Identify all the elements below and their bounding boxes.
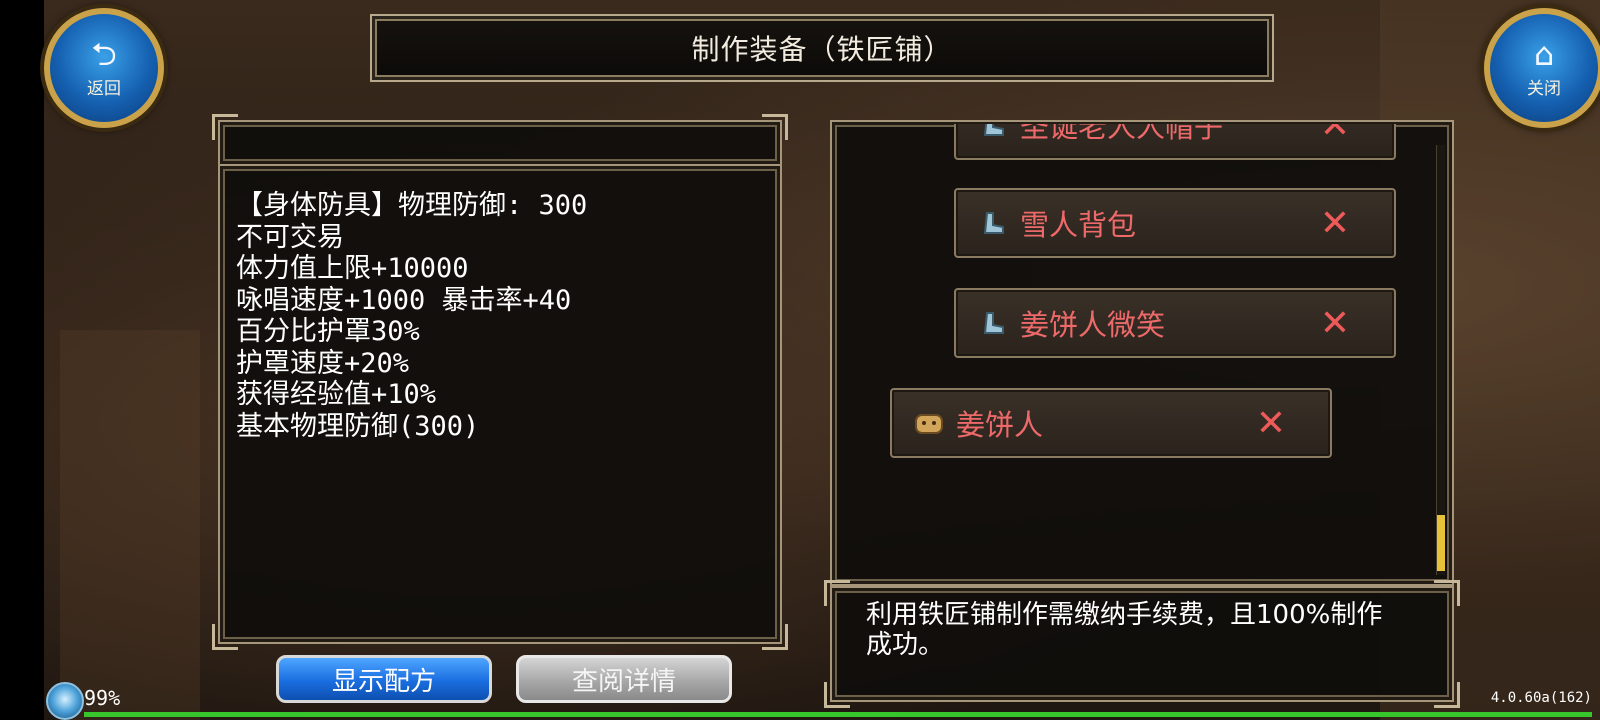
close-button-label: 关闭 <box>1527 78 1561 99</box>
screen-edge <box>0 0 44 720</box>
recipe-item[interactable]: 姜饼人 ✕ <box>890 388 1332 458</box>
remove-icon[interactable]: ✕ <box>1256 403 1286 444</box>
recipe-name: 圣诞老人人帽子 <box>1020 124 1224 144</box>
stat-line: 不可交易 <box>236 221 344 253</box>
back-button-label: 返回 <box>87 78 121 99</box>
background-beam <box>60 330 200 720</box>
battery-percent: 99% <box>84 686 121 710</box>
stat-line: 百分比护罩30% <box>236 316 420 347</box>
stat-line: 获得经验值+10% <box>236 379 437 410</box>
remove-icon[interactable]: ✕ <box>1320 203 1350 244</box>
battery-icon <box>46 682 84 720</box>
back-arrow-icon: ⮌ <box>91 34 117 73</box>
recipe-item[interactable]: 圣诞老人人帽子 ✕ <box>954 124 1396 160</box>
home-icon: ⌂ <box>1533 34 1555 73</box>
title-bar: 制作装备（铁匠铺） <box>370 14 1274 82</box>
recipe-item[interactable]: 雪人背包 ✕ <box>954 188 1396 258</box>
view-details-button[interactable]: 查阅详情 <box>516 655 732 703</box>
back-button[interactable]: ⮌ 返回 <box>44 8 164 128</box>
stat-line: 【身体防具】物理防御: 300 <box>236 190 588 221</box>
recipe-name: 姜饼人 <box>956 408 1044 442</box>
recipe-scrollbar[interactable] <box>1436 145 1445 575</box>
stat-line: 护罩速度+20% <box>236 347 410 379</box>
remove-icon[interactable]: ✕ <box>1320 124 1350 146</box>
recipe-list-viewport: 圣诞老人人帽子 ✕ 雪人背包 ✕ 姜饼人微笑 ✕ 姜饼人 ✕ <box>834 124 1434 580</box>
remove-icon[interactable]: ✕ <box>1320 303 1350 344</box>
progress-bar <box>84 712 1592 717</box>
item-stats: 【身体防具】物理防御: 300 不可交易 体力值上限+10000 咏唱速度+10… <box>236 190 756 442</box>
recipe-item[interactable]: 姜饼人微笑 ✕ <box>954 288 1396 358</box>
scrollbar-thumb[interactable] <box>1437 515 1445 571</box>
recipe-name: 雪人背包 <box>1020 208 1137 242</box>
item-header-panel <box>212 114 788 166</box>
progress-fill <box>84 712 1592 717</box>
game-scene: ⮌ 返回 ⌂ 关闭 制作装备（铁匠铺） 【身体防具】物理防御: 300 不可交易… <box>0 0 1600 720</box>
boot-icon <box>978 124 1008 140</box>
close-button[interactable]: ⌂ 关闭 <box>1484 8 1600 128</box>
stat-line: 体力值上限+10000 <box>236 253 469 284</box>
boot-icon <box>978 208 1008 238</box>
recipe-name: 姜饼人微笑 <box>1020 308 1166 342</box>
stat-line: 基本物理防御(300) <box>236 410 480 442</box>
show-recipe-button[interactable]: 显示配方 <box>276 655 492 703</box>
stat-line: 咏唱速度+1000 暴击率+40 <box>236 284 572 316</box>
page-title: 制作装备（铁匠铺） <box>691 33 953 66</box>
version-label: 4.0.60a(162) <box>1490 690 1592 706</box>
gingerbread-icon <box>914 408 944 438</box>
boot-icon <box>978 308 1008 338</box>
notice-text: 利用铁匠铺制作需缴纳手续费，且100%制作成功。 <box>866 600 1383 660</box>
